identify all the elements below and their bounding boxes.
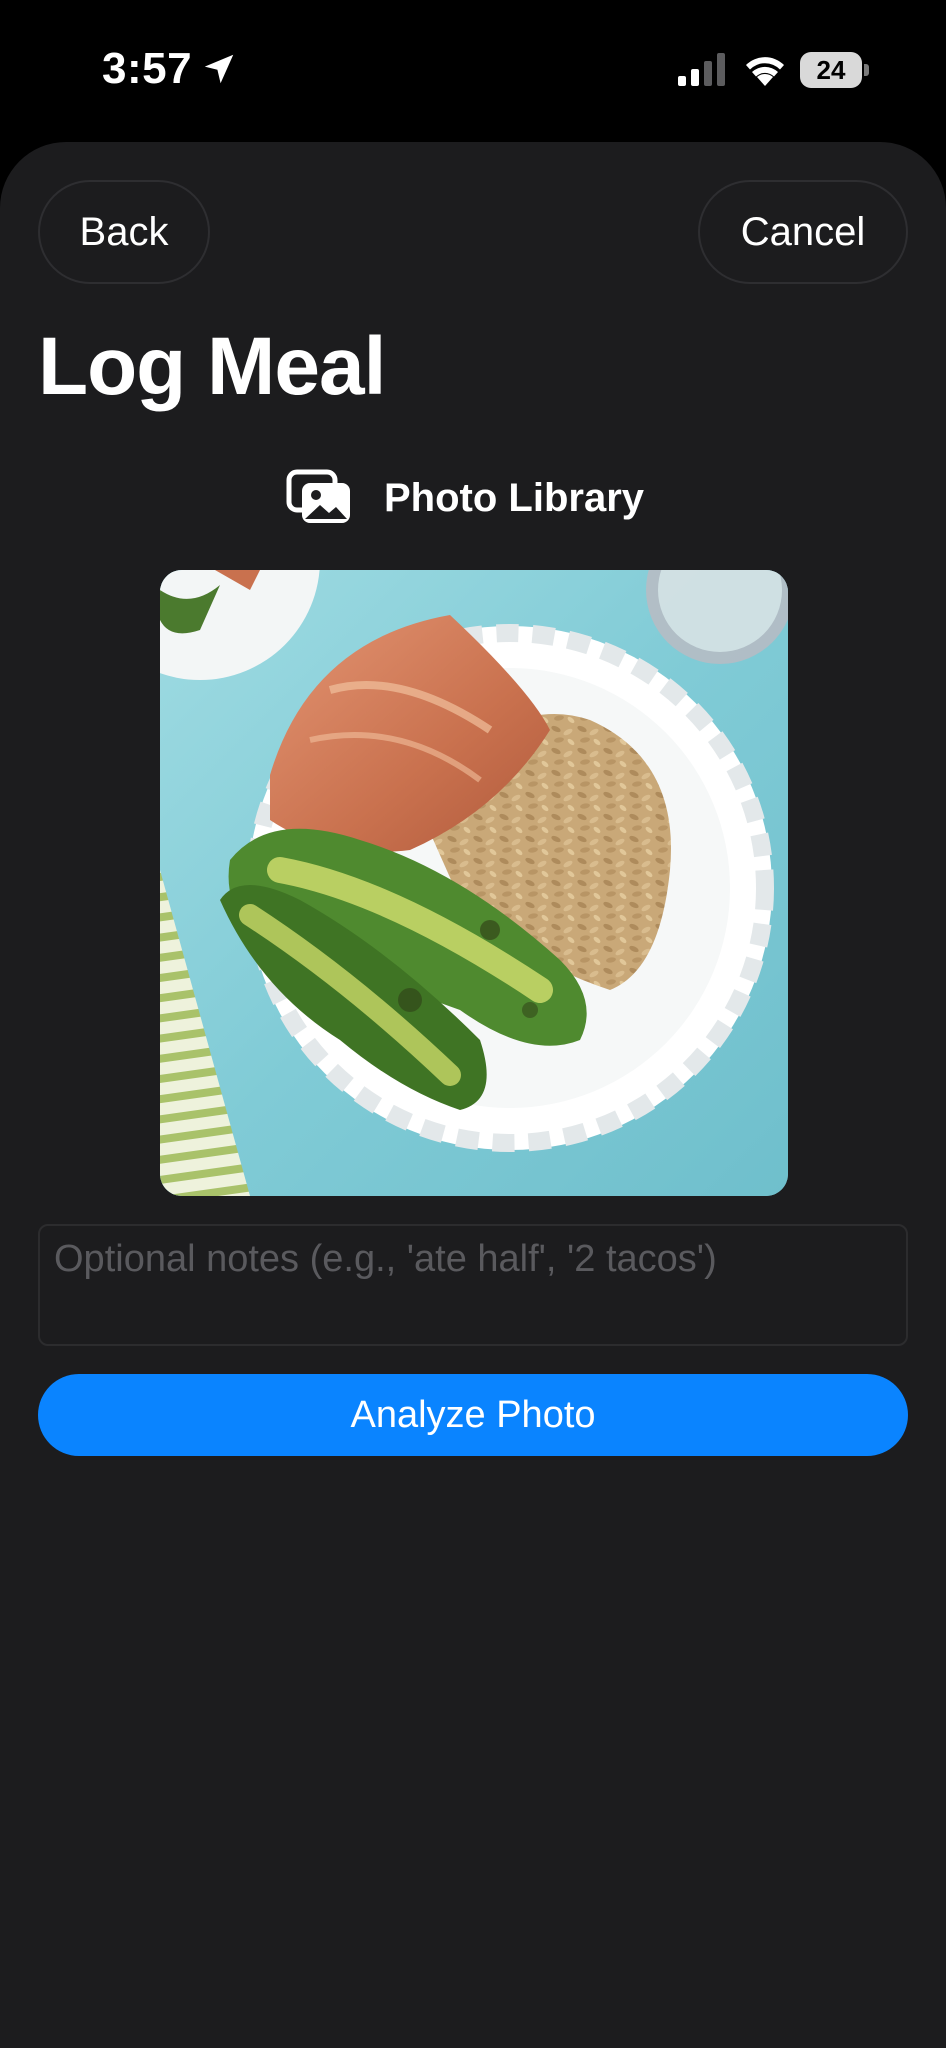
screen: 3:57 24 Back Cancel Log Meal Photo Libra… xyxy=(0,0,946,2048)
status-time: 3:57 xyxy=(102,44,193,93)
photo-library-button[interactable]: Photo Library xyxy=(286,468,644,528)
analyze-photo-button[interactable]: Analyze Photo xyxy=(38,1374,908,1456)
notes-field[interactable]: Optional notes (e.g., 'ate half', '2 tac… xyxy=(38,1224,908,1346)
battery-cap xyxy=(864,64,869,76)
meal-photo xyxy=(160,570,788,1196)
wifi-icon xyxy=(746,57,784,86)
battery-icon: 24 xyxy=(800,52,870,88)
cancel-button[interactable]: Cancel xyxy=(698,180,908,284)
meal-photo-illustration xyxy=(160,570,788,1196)
log-meal-sheet: Back Cancel Log Meal Photo Library Optio… xyxy=(0,142,946,2048)
back-button[interactable]: Back xyxy=(38,180,210,284)
location-arrow-icon xyxy=(204,54,234,84)
photo-library-label: Photo Library xyxy=(384,475,645,520)
cellular-signal-icon xyxy=(678,53,725,86)
page-title: Log Meal xyxy=(38,321,386,412)
status-bar: 3:57 24 xyxy=(0,0,946,140)
battery-level: 24 xyxy=(816,55,846,85)
photo-library-icon xyxy=(286,469,350,523)
